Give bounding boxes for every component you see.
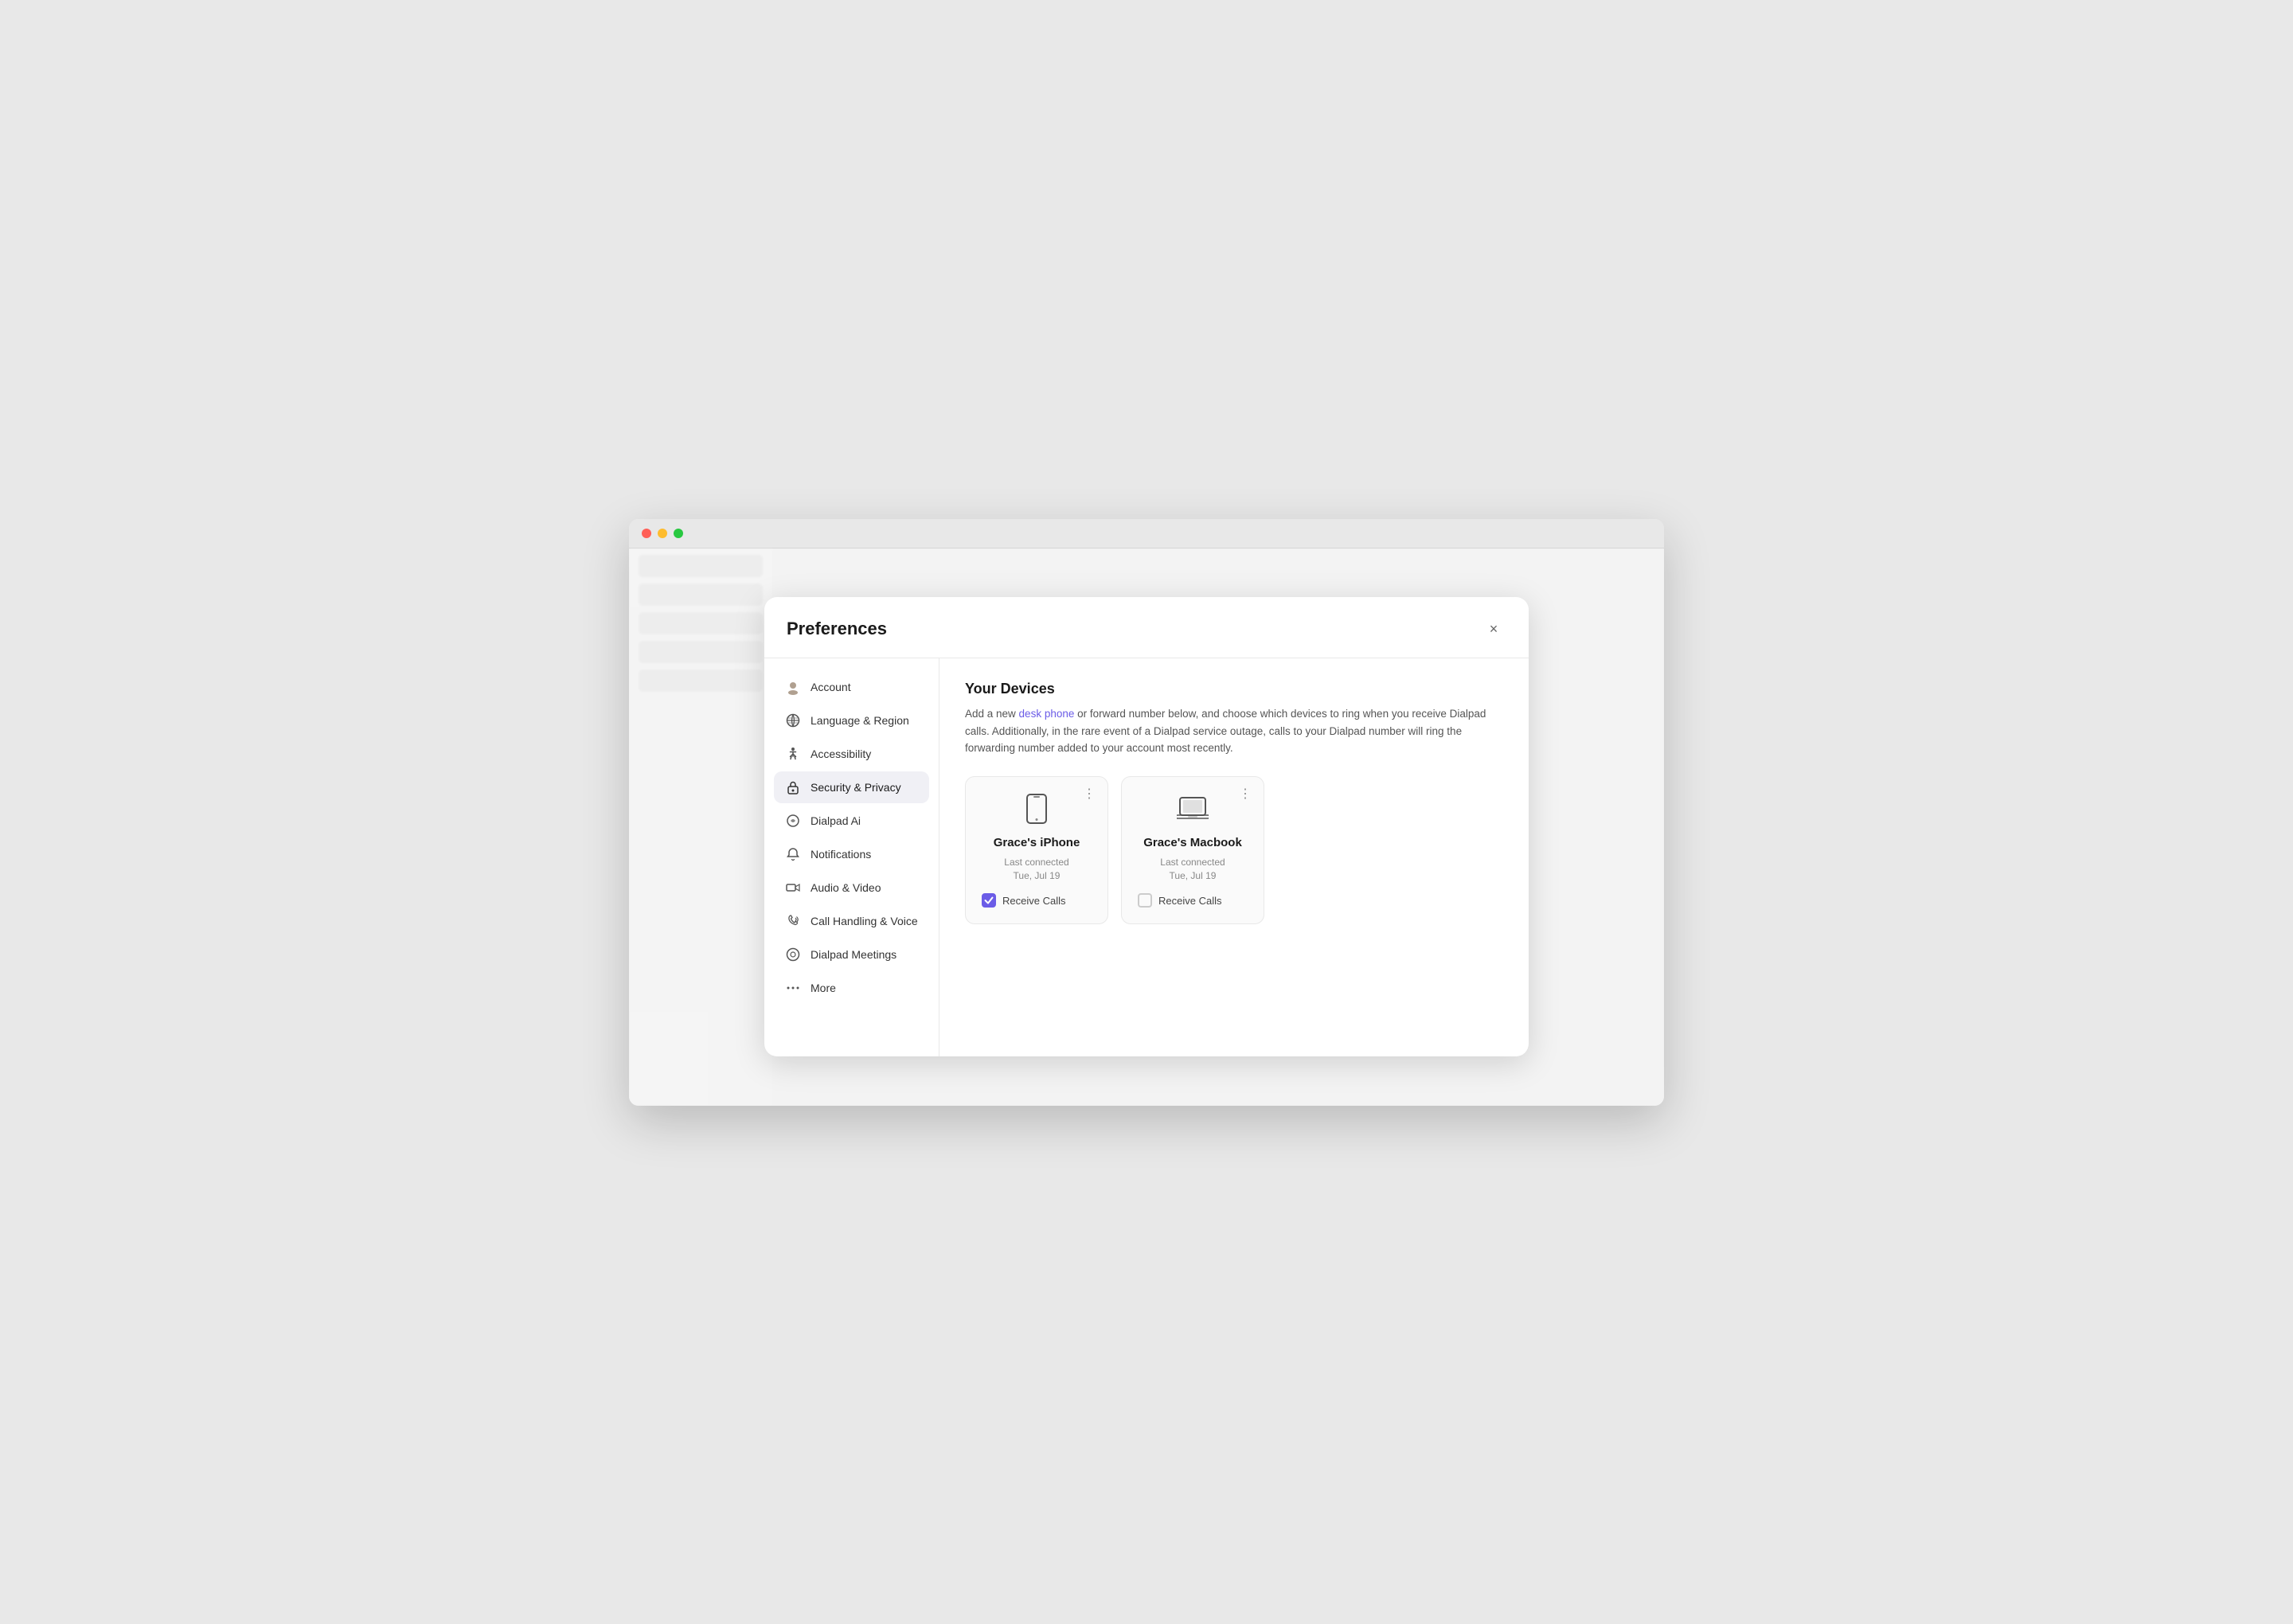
nav-sidebar: Account [764, 658, 939, 1056]
sidebar-item-call-handling-label: Call Handling & Voice [811, 915, 918, 927]
main-content: Your Devices Add a new desk phone or for… [939, 658, 1529, 1056]
close-traffic-light[interactable] [642, 529, 651, 538]
sidebar-item-notifications[interactable]: Notifications [774, 838, 929, 870]
modal-title: Preferences [787, 619, 887, 639]
device-last-connected-macbook: Last connected Tue, Jul 19 [1138, 856, 1248, 883]
sidebar-item-dialpad-ai[interactable]: Dialpad Ai [774, 805, 929, 837]
sidebar-item-call-handling[interactable]: Call Handling & Voice [774, 905, 929, 937]
sidebar-item-more[interactable]: More [774, 972, 929, 1004]
devices-grid: ⋮ [965, 776, 1503, 925]
modal-body: Account [764, 658, 1529, 1056]
more-icon [785, 980, 801, 996]
bell-icon [785, 846, 801, 862]
sidebar-item-more-label: More [811, 982, 836, 994]
section-description: Add a new desk phone or forward number b… [965, 705, 1503, 757]
laptop-icon [1177, 793, 1209, 825]
browser-window: Preferences × [629, 519, 1664, 1106]
language-icon [785, 712, 801, 728]
modal-overlay: Preferences × [629, 548, 1664, 1106]
device-name-iphone: Grace's iPhone [982, 836, 1092, 849]
sidebar-item-account[interactable]: Account [774, 671, 929, 703]
device-menu-dots-macbook[interactable]: ⋮ [1239, 788, 1252, 801]
sidebar-item-security-privacy[interactable]: Security & Privacy [774, 771, 929, 803]
device-card-iphone: ⋮ [965, 776, 1108, 925]
device-receive-calls-iphone: Receive Calls [982, 893, 1092, 908]
receive-calls-label-macbook: Receive Calls [1158, 895, 1221, 907]
sidebar-item-dialpad-ai-label: Dialpad Ai [811, 814, 861, 827]
lock-icon [785, 779, 801, 795]
close-button[interactable]: × [1481, 616, 1506, 642]
device-last-connected-iphone: Last connected Tue, Jul 19 [982, 856, 1092, 883]
last-connected-label-macbook: Last connected [1160, 857, 1225, 868]
modal-header: Preferences × [764, 597, 1529, 658]
sidebar-item-account-label: Account [811, 681, 851, 693]
preferences-modal: Preferences × [764, 597, 1529, 1056]
browser-titlebar [629, 519, 1664, 548]
description-pre: Add a new [965, 708, 1019, 720]
desk-phone-link[interactable]: desk phone [1019, 708, 1075, 720]
device-icon-wrap-iphone [982, 793, 1092, 825]
ai-icon [785, 813, 801, 829]
sidebar-item-dialpad-meetings[interactable]: Dialpad Meetings [774, 939, 929, 970]
camera-icon [785, 880, 801, 896]
last-connected-date-iphone: Tue, Jul 19 [1014, 870, 1061, 881]
sidebar-item-notifications-label: Notifications [811, 848, 871, 861]
accessibility-icon [785, 746, 801, 762]
receive-calls-checkbox-iphone[interactable] [982, 893, 996, 908]
mobile-icon [1021, 793, 1053, 825]
receive-calls-checkbox-macbook[interactable] [1138, 893, 1152, 908]
sidebar-item-audio-video-label: Audio & Video [811, 881, 881, 894]
receive-calls-label-iphone: Receive Calls [1002, 895, 1065, 907]
sidebar-item-audio-video[interactable]: Audio & Video [774, 872, 929, 904]
sidebar-item-dialpad-meetings-label: Dialpad Meetings [811, 948, 896, 961]
sidebar-item-accessibility-label: Accessibility [811, 748, 871, 760]
browser-content: Preferences × [629, 548, 1664, 1106]
last-connected-label-iphone: Last connected [1004, 857, 1068, 868]
sidebar-item-language-label: Language & Region [811, 714, 909, 727]
device-icon-wrap-macbook [1138, 793, 1248, 825]
device-card-macbook: ⋮ [1121, 776, 1264, 925]
section-title: Your Devices [965, 681, 1503, 697]
sidebar-item-accessibility[interactable]: Accessibility [774, 738, 929, 770]
maximize-traffic-light[interactable] [674, 529, 683, 538]
sidebar-item-language-region[interactable]: Language & Region [774, 705, 929, 736]
device-name-macbook: Grace's Macbook [1138, 836, 1248, 849]
avatar-icon [785, 679, 801, 695]
last-connected-date-macbook: Tue, Jul 19 [1170, 870, 1217, 881]
minimize-traffic-light[interactable] [658, 529, 667, 538]
sidebar-item-security-label: Security & Privacy [811, 781, 901, 794]
meetings-icon [785, 947, 801, 962]
phone-wave-icon [785, 913, 801, 929]
device-menu-dots-iphone[interactable]: ⋮ [1083, 788, 1096, 801]
device-receive-calls-macbook: Receive Calls [1138, 893, 1248, 908]
